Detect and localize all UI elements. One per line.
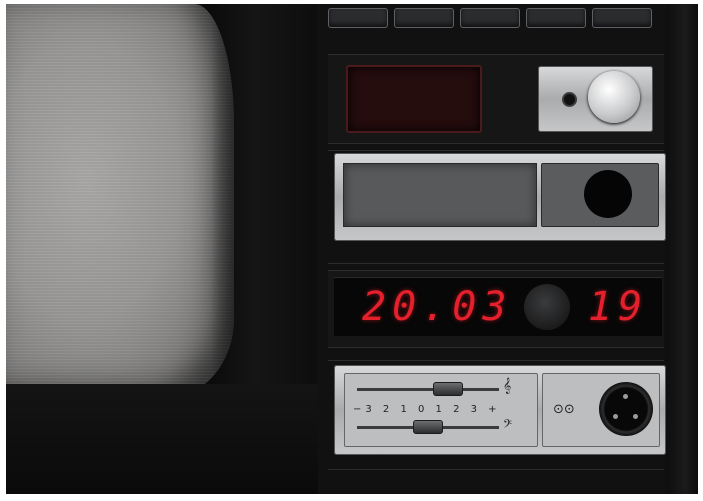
bass-slider[interactable]	[413, 420, 443, 434]
preset-button-2[interactable]	[394, 8, 454, 28]
tone-slider-plate: 𝄞 −3 2 1 0 1 2 3 + 𝄢	[344, 373, 538, 447]
treble-track	[357, 388, 499, 391]
bass-clef-icon: 𝄢	[503, 418, 513, 434]
tv-control-panel-photo: 20.03 19 𝄞 −3 2 1 0 1 2 3 + 𝄢 ⊙⊙	[6, 4, 698, 494]
cassette-window	[343, 163, 537, 227]
jack-pin	[613, 414, 618, 419]
power-button[interactable]	[588, 71, 640, 123]
power-module	[328, 54, 664, 144]
preset-button-5[interactable]	[592, 8, 652, 28]
channel-readout: 19	[588, 284, 649, 330]
cassette-module	[328, 150, 666, 264]
tape-icon: ⊙⊙	[553, 402, 575, 417]
jack-pin	[633, 414, 638, 419]
jack-plate: ⊙⊙	[542, 373, 660, 447]
sound-module: 𝄞 −3 2 1 0 1 2 3 + 𝄢 ⊙⊙	[328, 360, 666, 470]
preset-button-1[interactable]	[328, 8, 388, 28]
display-module: 20.03 19	[328, 270, 664, 348]
eject-hole-icon	[584, 170, 632, 218]
led-display: 20.03 19	[334, 277, 662, 336]
ir-sensor-icon	[564, 94, 575, 105]
sound-frame: 𝄞 −3 2 1 0 1 2 3 + 𝄢 ⊙⊙	[334, 365, 666, 455]
tone-scale: −3 2 1 0 1 2 3 +	[353, 404, 501, 415]
power-plate	[538, 66, 653, 132]
indicator-window	[346, 65, 482, 133]
eject-button[interactable]	[541, 163, 659, 227]
preset-button-3[interactable]	[460, 8, 520, 28]
time-readout: 20.03	[362, 284, 513, 330]
treble-clef-icon: 𝄞	[503, 378, 512, 394]
crt-screen	[6, 4, 234, 399]
remote-sensor-icon	[524, 284, 570, 330]
cabinet-bottom	[6, 384, 326, 494]
control-panel: 20.03 19 𝄞 −3 2 1 0 1 2 3 + 𝄢 ⊙⊙	[318, 4, 666, 494]
treble-slider[interactable]	[433, 382, 463, 396]
cassette-frame	[334, 153, 666, 241]
headphone-jack-icon[interactable]	[599, 382, 653, 436]
jack-pin	[623, 394, 628, 399]
preset-button-4[interactable]	[526, 8, 586, 28]
cabinet-side	[666, 4, 698, 494]
